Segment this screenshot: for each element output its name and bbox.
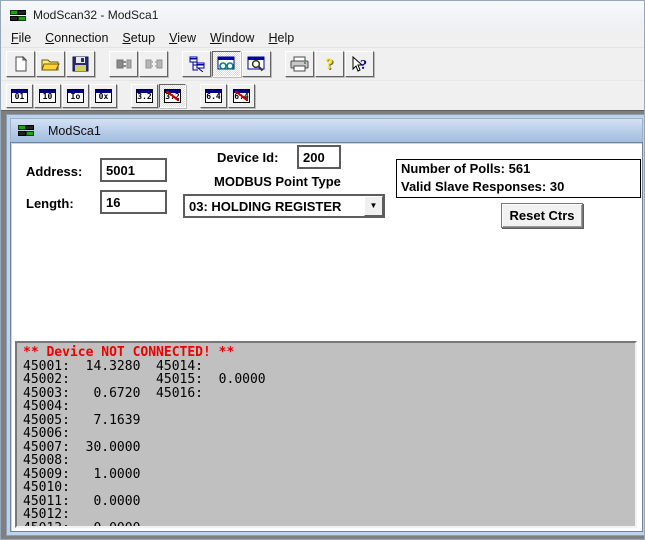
length-input[interactable] bbox=[100, 190, 167, 214]
register-line: 45005: 7.1639 bbox=[23, 414, 635, 428]
data-display-glasses-icon bbox=[217, 56, 236, 72]
point-type-dropdown[interactable]: 03: HOLDING REGISTER ▼ bbox=[183, 194, 385, 218]
register-line: 45009: 1.0000 bbox=[23, 468, 635, 482]
register-line: 45003: 0.6720 45016: bbox=[23, 387, 635, 401]
save-button[interactable] bbox=[66, 51, 95, 77]
printer-icon bbox=[290, 56, 309, 72]
menu-bar: File Connection Setup View Window Help bbox=[1, 29, 644, 48]
register-line: 45006: bbox=[23, 427, 635, 441]
analyzer-magnifier-icon bbox=[247, 56, 266, 72]
connect-button[interactable] bbox=[109, 51, 138, 77]
new-document-button[interactable] bbox=[6, 51, 35, 77]
register-data-display[interactable]: ** Device NOT CONNECTED! ** 45001: 14.32… bbox=[15, 341, 637, 528]
valid-slave-responses: Valid Slave Responses: 30 bbox=[401, 178, 636, 196]
device-id-input[interactable] bbox=[297, 145, 341, 169]
data-display-button[interactable] bbox=[212, 51, 241, 77]
menu-help[interactable]: Help bbox=[261, 30, 301, 46]
number-of-polls: Number of Polls: 561 bbox=[401, 160, 636, 178]
question-mark-icon: ? ? bbox=[323, 56, 337, 73]
main-toolbar: ? ? ? bbox=[1, 48, 644, 80]
format-toolbar: 01 10 Io 0x 3.2 3.2 6.4 6. bbox=[1, 80, 644, 110]
reset-ctrs-button[interactable]: Reset Ctrs bbox=[501, 203, 583, 228]
register-line: 45008: bbox=[23, 454, 635, 468]
point-type-value: 03: HOLDING REGISTER bbox=[185, 199, 364, 214]
address-input[interactable] bbox=[100, 158, 167, 182]
save-floppy-icon bbox=[72, 56, 89, 72]
help-cursor-icon: ? bbox=[350, 56, 369, 73]
menu-view[interactable]: View bbox=[162, 30, 203, 46]
child-window-content: Address: Length: Device Id: MODBUS Point… bbox=[10, 142, 643, 532]
context-help-button[interactable]: ? bbox=[345, 51, 374, 77]
register-line: 45001: 14.3280 45014: bbox=[23, 360, 635, 374]
child-window-titlebar[interactable]: ModSca1 bbox=[10, 118, 643, 142]
register-line: 45010: bbox=[23, 481, 635, 495]
menu-setup[interactable]: Setup bbox=[115, 30, 162, 46]
about-button[interactable]: ? ? bbox=[315, 51, 344, 77]
menu-file[interactable]: File bbox=[4, 30, 38, 46]
traffic-tree-icon bbox=[188, 56, 206, 72]
device-id-label: Device Id: bbox=[217, 150, 278, 165]
open-folder-icon bbox=[41, 56, 61, 72]
hex-format-button[interactable]: 0x bbox=[90, 84, 117, 108]
new-document-icon bbox=[12, 56, 30, 72]
integer-format-button[interactable]: Io bbox=[62, 84, 89, 108]
binary-format-button[interactable]: 01 bbox=[6, 84, 33, 108]
hex-format-icon: 0x bbox=[95, 89, 112, 103]
protocol-analyzer-button[interactable] bbox=[242, 51, 271, 77]
float-32-button[interactable]: 3.2 bbox=[131, 84, 158, 108]
address-label: Address: bbox=[26, 164, 82, 179]
mdi-client-area: ModSca1 Address: Length: Device Id: MODB… bbox=[1, 110, 644, 539]
poll-statistics-box: Number of Polls: 561 Valid Slave Respons… bbox=[396, 159, 641, 198]
decimal-format-button[interactable]: 10 bbox=[34, 84, 61, 108]
double-64-swapped-icon: 6.4 bbox=[233, 89, 250, 103]
print-button[interactable] bbox=[285, 51, 314, 77]
open-file-button[interactable] bbox=[36, 51, 65, 77]
window-title: ModScan32 - ModSca1 bbox=[33, 8, 158, 22]
float-32-swapped-icon: 3.2 bbox=[164, 89, 181, 103]
svg-text:?: ? bbox=[325, 56, 333, 73]
double-64-icon: 6.4 bbox=[205, 89, 222, 103]
integer-format-icon: Io bbox=[67, 89, 84, 103]
connection-status-message: ** Device NOT CONNECTED! ** bbox=[23, 346, 635, 360]
double-64-button[interactable]: 6.4 bbox=[200, 84, 227, 108]
double-64-swapped-button[interactable]: 6.4 bbox=[228, 84, 255, 108]
connect-icon bbox=[115, 57, 133, 71]
length-label: Length: bbox=[26, 196, 74, 211]
menu-window[interactable]: Window bbox=[203, 30, 261, 46]
modsca1-child-window: ModSca1 Address: Length: Device Id: MODB… bbox=[6, 114, 644, 536]
register-line: 45011: 0.0000 bbox=[23, 495, 635, 509]
register-line: 45004: bbox=[23, 400, 635, 414]
register-line: 45013: 0.0000 bbox=[23, 522, 635, 529]
float-32-icon: 3.2 bbox=[136, 89, 153, 103]
register-line: 45002: 45015: 0.0000 bbox=[23, 373, 635, 387]
application-window: ModScan32 - ModSca1 File Connection Setu… bbox=[0, 0, 645, 540]
float-32-swapped-button[interactable]: 3.2 bbox=[159, 84, 186, 108]
svg-text:?: ? bbox=[360, 58, 367, 73]
menu-connection[interactable]: Connection bbox=[38, 30, 115, 46]
disconnect-button[interactable] bbox=[139, 51, 168, 77]
chevron-down-icon: ▼ bbox=[370, 202, 378, 210]
disconnect-icon bbox=[145, 57, 163, 71]
child-window-icon bbox=[18, 125, 34, 136]
register-line: 45007: 30.0000 bbox=[23, 441, 635, 455]
window-titlebar[interactable]: ModScan32 - ModSca1 bbox=[1, 1, 644, 29]
dropdown-button[interactable]: ▼ bbox=[364, 196, 383, 216]
register-line: 45012: bbox=[23, 508, 635, 522]
binary-format-icon: 01 bbox=[11, 89, 28, 103]
decimal-format-icon: 10 bbox=[39, 89, 56, 103]
traffic-view-button[interactable] bbox=[182, 51, 211, 77]
point-type-label: MODBUS Point Type bbox=[214, 174, 341, 189]
child-window-title: ModSca1 bbox=[48, 124, 101, 138]
modscan-app-icon bbox=[10, 10, 26, 21]
